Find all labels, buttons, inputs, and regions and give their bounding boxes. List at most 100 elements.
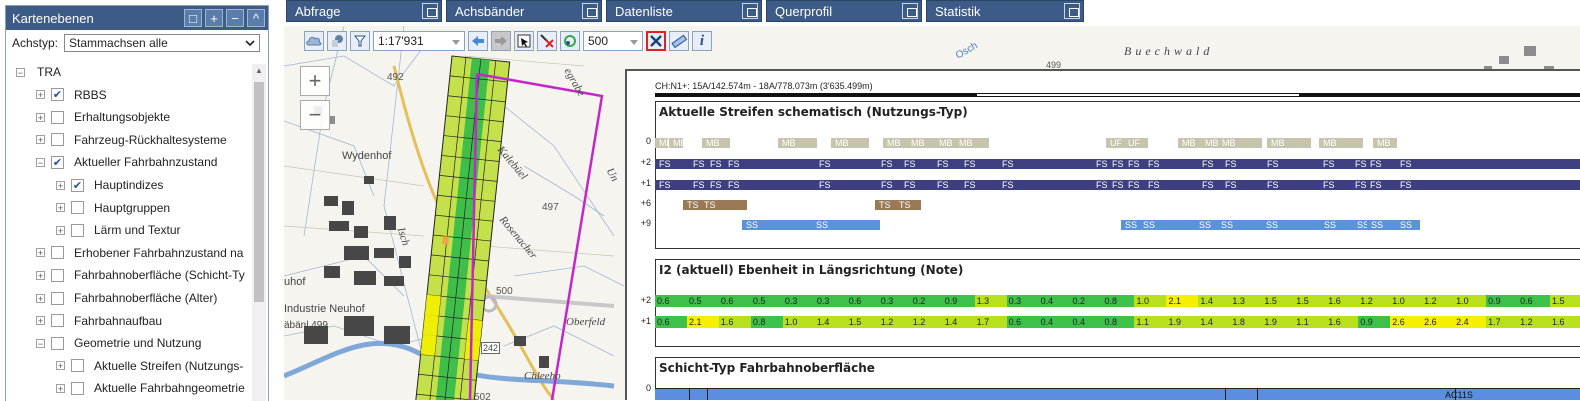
lane-segment[interactable]: FS [655,180,673,190]
note-cell[interactable]: 1.9 [1166,316,1199,328]
measure-icon[interactable] [669,31,689,51]
tab-abfrage[interactable]: Abfrage [286,0,442,22]
note-cell[interactable]: 2.1 [1166,295,1199,307]
note-cell[interactable]: 1.2 [1422,295,1455,307]
note-cell[interactable]: 0.8 [750,316,784,328]
expand-icon[interactable]: + [36,270,45,280]
filter-icon[interactable] [350,31,370,51]
lane-segment[interactable]: FS [1396,159,1414,169]
lane-segment[interactable]: MB [1319,138,1363,148]
select-arrow-icon[interactable] [514,31,534,51]
achstyp-select[interactable]: Stammachsen alle [64,34,261,52]
note-cell[interactable]: 1.2 [1358,295,1391,307]
note-cell[interactable]: 0.9 [942,295,976,307]
note-cell[interactable]: 1.7 [974,316,1008,328]
note-cell[interactable]: 2.4 [1454,316,1487,328]
tree-item[interactable]: + Fahrbahnoberfläche (Schicht-Ty [36,265,245,285]
expand-icon[interactable]: + [56,180,65,190]
tab-querprofil[interactable]: Querprofil [766,0,922,22]
lane-segment[interactable]: FS [1144,159,1162,169]
note-cell[interactable]: 1.3 [974,295,1008,307]
note-cell[interactable]: 1.4 [1198,295,1231,307]
tree-item[interactable]: + Hauptgruppen [56,198,170,218]
layer-checkbox[interactable] [71,201,84,215]
lane-segment[interactable]: FS [1124,180,1142,190]
lane-segment[interactable]: FS [689,180,707,190]
note-cell[interactable]: 1.0 [1390,295,1423,307]
lane-segment[interactable]: FS [655,159,673,169]
distance-select[interactable]: 500 [583,31,643,51]
note-cell[interactable]: 1.8 [1230,316,1263,328]
lane-segment[interactable]: FS [815,159,833,169]
lane-segment[interactable]: MB [831,138,869,148]
zoom-in-button[interactable]: + [300,66,330,96]
lane-segment[interactable]: MB [702,138,730,148]
lane-segment[interactable]: FS [933,159,951,169]
note-cell[interactable]: 0.4 [1038,295,1072,307]
remove-selection-icon[interactable] [537,31,557,51]
lane-segment[interactable]: MB [669,138,683,148]
layer-checkbox[interactable] [51,268,64,282]
tree-item[interactable]: + Lärm und Textur [56,220,181,240]
note-cell[interactable]: 2.6 [1390,316,1423,328]
lane-segment[interactable]: FS [877,159,895,169]
scroll-up-icon[interactable]: ▲ [252,64,266,78]
note-cell[interactable]: 1.2 [878,316,912,328]
close-profile-icon[interactable] [646,31,666,51]
popout-icon[interactable] [902,3,918,19]
note-cell[interactable]: 1.4 [942,316,976,328]
note-cell[interactable]: 1.3 [1230,295,1263,307]
lane-segment[interactable]: FS [1366,180,1384,190]
layer-checkbox[interactable] [51,133,64,147]
note-cell[interactable]: 1.6 [1550,316,1580,328]
lane-segment[interactable]: FS [1366,159,1384,169]
note-cell[interactable]: 0.4 [1070,316,1103,328]
note-cell[interactable]: 0.3 [814,295,848,307]
zoom-out-button[interactable]: − [300,100,330,130]
layer-checkbox[interactable] [71,223,84,237]
lane-segment[interactable]: MB [907,138,935,148]
lane-segment[interactable]: FS [933,180,951,190]
lane-segment[interactable]: MB [778,138,817,148]
note-cell[interactable]: 1.0 [1454,295,1487,307]
note-cell[interactable]: 1.6 [1326,316,1359,328]
note-cell[interactable]: 0.8 [1102,295,1135,307]
note-cell[interactable]: 1.5 [1294,295,1327,307]
lane-segment[interactable]: FS [900,159,918,169]
expand-icon[interactable]: + [36,90,45,100]
lane-segment[interactable]: FS [1319,180,1337,190]
lane-segment[interactable]: SS [812,220,880,230]
note-cell[interactable]: 0.6 [1518,295,1551,307]
profile-range-bar[interactable] [655,93,1580,97]
lane-segment[interactable]: FS [1396,180,1414,190]
note-cell[interactable]: 0.6 [718,295,752,307]
expand-icon[interactable]: + [36,248,45,258]
lane-segment[interactable]: SS [1320,220,1357,230]
layer-checkbox[interactable] [51,291,64,305]
layer-checkbox[interactable] [71,359,84,373]
note-cell[interactable]: 0.6 [846,295,880,307]
lane-segment[interactable]: MB [655,138,668,148]
note-cell[interactable]: 1.5 [1262,295,1295,307]
lane-segment[interactable]: FS [1263,159,1281,169]
note-cell[interactable]: 1.5 [846,316,880,328]
note-cell[interactable]: 0.6 [655,295,688,307]
lane-segment[interactable]: FS [1263,180,1281,190]
note-cell[interactable]: 0.5 [750,295,784,307]
collapse-icon[interactable]: − [16,67,25,77]
note-cell[interactable]: 0.3 [878,295,912,307]
expand-icon[interactable]: + [56,225,65,235]
tree-item[interactable]: + Fahrbahnaufbau [36,311,162,331]
collapse-icon[interactable]: − [36,157,45,167]
scroll-thumb[interactable] [254,82,264,302]
lane-segment[interactable]: SS [742,220,816,230]
tree-item[interactable]: + ✔ Hauptindizes [56,175,163,195]
note-cell[interactable]: 0.9 [1358,316,1391,328]
note-cell[interactable]: 0.3 [1006,295,1040,307]
expand-icon[interactable]: + [36,112,45,122]
popout-icon[interactable] [1064,3,1080,19]
lane-segment[interactable]: FS [706,159,724,169]
lane-segment[interactable]: FS [706,180,724,190]
note-cell[interactable]: 0.6 [655,316,688,328]
tree-item[interactable]: + ✔ RBBS [36,85,107,105]
